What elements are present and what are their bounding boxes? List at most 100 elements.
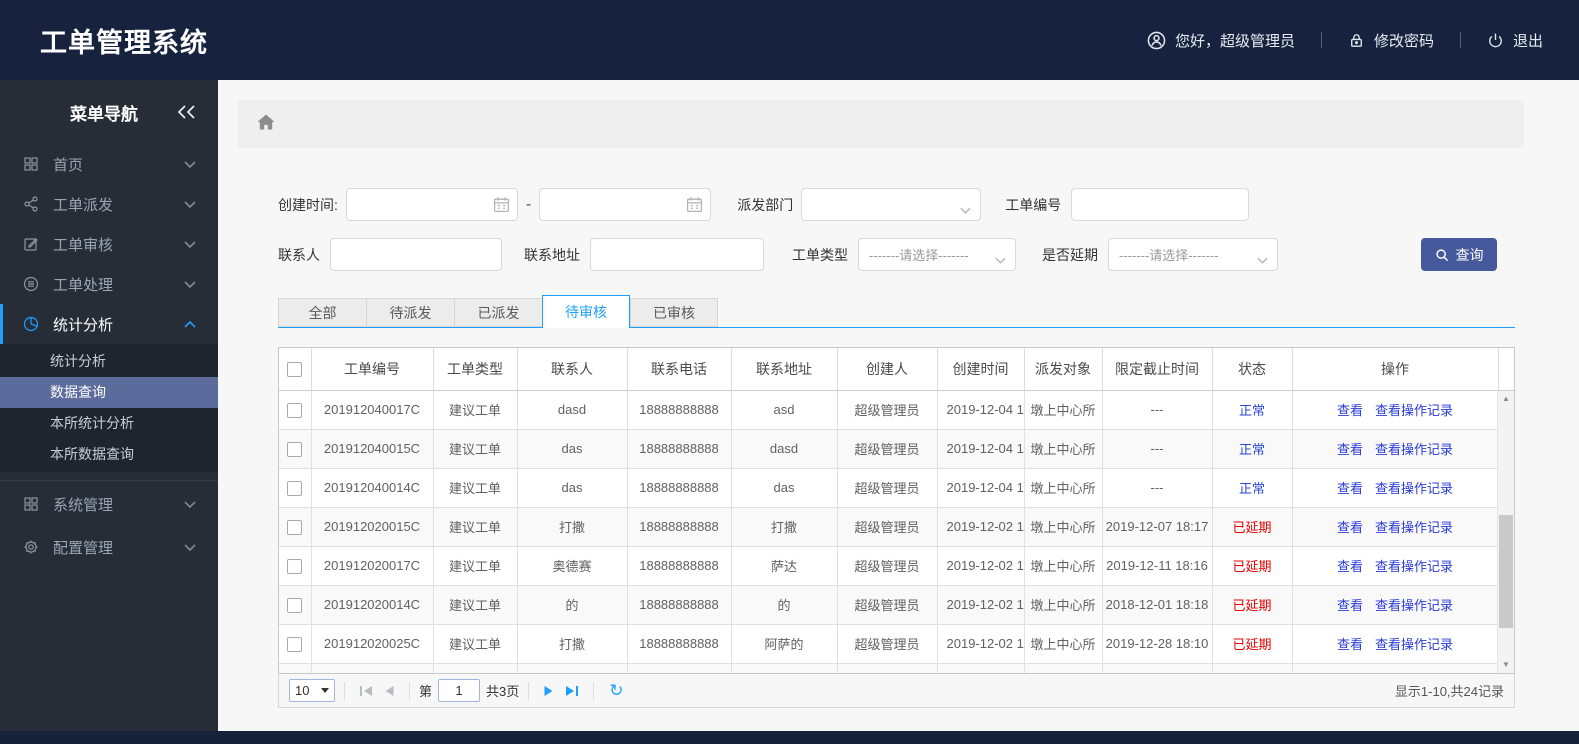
view-log-link[interactable]: 查看操作记录: [1375, 442, 1453, 457]
cell-address: 的: [731, 585, 838, 625]
sidebar-subitem-data-query[interactable]: 数据查询: [0, 377, 218, 408]
table-row: 201912040014C 建议工单 das 18888888888 das 超级管理员 2…: [279, 468, 1514, 508]
scroll-up-icon[interactable]: ▲: [1498, 391, 1514, 407]
refresh-icon[interactable]: ↻: [609, 682, 623, 699]
user-icon: [1147, 31, 1166, 50]
cell-contact: 奥德赛: [517, 546, 628, 586]
contact-address-label: 联系地址: [524, 246, 580, 263]
tab-all[interactable]: 全部: [278, 298, 366, 327]
sidebar-item-statistics[interactable]: 统计分析: [0, 304, 218, 344]
row-checkbox[interactable]: [287, 558, 303, 574]
home-icon[interactable]: [256, 113, 276, 136]
sidebar-subitem-local-data-query[interactable]: 本所数据查询: [0, 439, 218, 470]
sidebar-item-dispatch[interactable]: 工单派发: [0, 184, 218, 224]
divider: [593, 681, 595, 700]
row-checkbox[interactable]: [287, 597, 303, 613]
sidebar-item-review[interactable]: 工单审核: [0, 224, 218, 264]
main-content: 创建时间: - 派发部门 工单编号 联系人 联系地址 工单类型 -------请…: [218, 80, 1579, 731]
top-bar: 工单管理系统 您好，超级管理员 修改密码 退出: [0, 0, 1579, 80]
tab-to-dispatch[interactable]: 待派发: [366, 298, 454, 327]
view-link[interactable]: 查看: [1337, 598, 1363, 613]
view-link[interactable]: 查看: [1337, 559, 1363, 574]
tab-pending-review[interactable]: 待审核: [542, 295, 630, 328]
row-checkbox[interactable]: [287, 402, 303, 418]
change-password-button[interactable]: 修改密码: [1348, 30, 1434, 51]
cell-contact: dasd: [517, 390, 628, 430]
orders-table: 工单编号 工单类型 联系人 联系电话 联系地址 创建人 创建时间 派发对象 限定…: [278, 347, 1515, 674]
order-type-select[interactable]: -------请选择-------: [858, 238, 1016, 271]
view-log-link[interactable]: 查看操作记录: [1375, 403, 1453, 418]
created-time-start-input[interactable]: [346, 189, 517, 220]
is-delayed-label: 是否延期: [1042, 246, 1098, 263]
dispatch-dept-select[interactable]: [801, 188, 982, 221]
order-no-wrap: [1071, 188, 1250, 221]
contact-address-input[interactable]: [591, 239, 763, 270]
page-number-input[interactable]: [438, 679, 481, 702]
prev-page-button[interactable]: [383, 685, 395, 697]
sidebar-item-config[interactable]: 配置管理: [0, 527, 218, 567]
collapse-sidebar-icon[interactable]: [176, 105, 196, 119]
cell-phone: 18888888888: [627, 507, 732, 547]
divider: [1320, 32, 1322, 48]
tab-reviewed[interactable]: 已审核: [630, 298, 718, 327]
view-link[interactable]: 查看: [1337, 637, 1363, 652]
sidebar-item-process[interactable]: 工单处理: [0, 264, 218, 304]
cell-id: 201912040014C: [311, 468, 434, 508]
col-header: 工单类型: [433, 348, 518, 391]
sidebar-item-home[interactable]: 首页: [0, 144, 218, 184]
scrollbar-thumb[interactable]: [1499, 515, 1513, 628]
view-log-link[interactable]: 查看操作记录: [1375, 598, 1453, 613]
table-header-row: 工单编号 工单类型 联系人 联系电话 联系地址 创建人 创建时间 派发对象 限定…: [279, 348, 1514, 391]
view-link[interactable]: 查看: [1337, 481, 1363, 496]
cell-deadline: 2018-12-01 18:18: [1102, 585, 1213, 625]
cell-status: 已延期: [1212, 624, 1293, 664]
cell-type: 建议工单: [433, 585, 518, 625]
calendar-icon[interactable]: [493, 196, 510, 218]
row-checkbox[interactable]: [287, 441, 303, 457]
first-page-button[interactable]: [359, 685, 373, 697]
last-page-button[interactable]: [565, 685, 579, 697]
vertical-scrollbar[interactable]: ▲ ▼: [1497, 391, 1514, 673]
cell-created: 2019-12-04 15: [937, 468, 1025, 508]
next-page-button[interactable]: [543, 685, 555, 697]
select-all-checkbox[interactable]: [287, 362, 303, 378]
order-no-input[interactable]: [1072, 189, 1249, 220]
created-time-end-input[interactable]: [540, 189, 711, 220]
scroll-down-icon[interactable]: ▼: [1498, 657, 1514, 673]
caret-down-icon: [321, 688, 329, 693]
search-button[interactable]: 查询: [1421, 238, 1497, 271]
chevron-up-icon: [184, 320, 196, 328]
cell-created: 2019-12-02 17: [937, 624, 1025, 664]
cell-status: 正常: [1212, 390, 1293, 430]
view-log-link[interactable]: 查看操作记录: [1375, 520, 1453, 535]
col-header: 状态: [1212, 348, 1293, 391]
row-checkbox[interactable]: [287, 636, 303, 652]
calendar-icon[interactable]: [686, 196, 703, 218]
cell-type: 建议工单: [433, 429, 518, 469]
divider: [1459, 32, 1461, 48]
cell-target: 墩上中心所: [1024, 390, 1103, 430]
sidebar-subitem-local-statistics[interactable]: 本所统计分析: [0, 408, 218, 439]
cell-deadline: 2019-12-28 18:10: [1102, 624, 1213, 664]
col-header: 联系电话: [627, 348, 732, 391]
view-link[interactable]: 查看: [1337, 442, 1363, 457]
view-log-link[interactable]: 查看操作记录: [1375, 637, 1453, 652]
chevron-down-icon: [184, 280, 196, 288]
sidebar-header: 菜单导航: [0, 80, 218, 144]
tab-dispatched[interactable]: 已派发: [454, 298, 542, 327]
view-log-link[interactable]: 查看操作记录: [1375, 559, 1453, 574]
view-link[interactable]: 查看: [1337, 403, 1363, 418]
sidebar-subitem-statistics[interactable]: 统计分析: [0, 346, 218, 377]
sidebar-item-system[interactable]: 系统管理: [0, 480, 218, 527]
row-checkbox[interactable]: [287, 519, 303, 535]
cell-deadline: ---: [1102, 429, 1213, 469]
contact-input[interactable]: [331, 239, 501, 270]
view-log-link[interactable]: 查看操作记录: [1375, 481, 1453, 496]
is-delayed-select[interactable]: -------请选择-------: [1108, 238, 1278, 271]
page-size-select[interactable]: 10: [289, 679, 335, 702]
logout-button[interactable]: 退出: [1487, 30, 1543, 51]
view-link[interactable]: 查看: [1337, 520, 1363, 535]
cell-target: 墩上中心所: [1024, 468, 1103, 508]
created-time-end-wrap: [539, 188, 712, 221]
row-checkbox[interactable]: [287, 480, 303, 496]
